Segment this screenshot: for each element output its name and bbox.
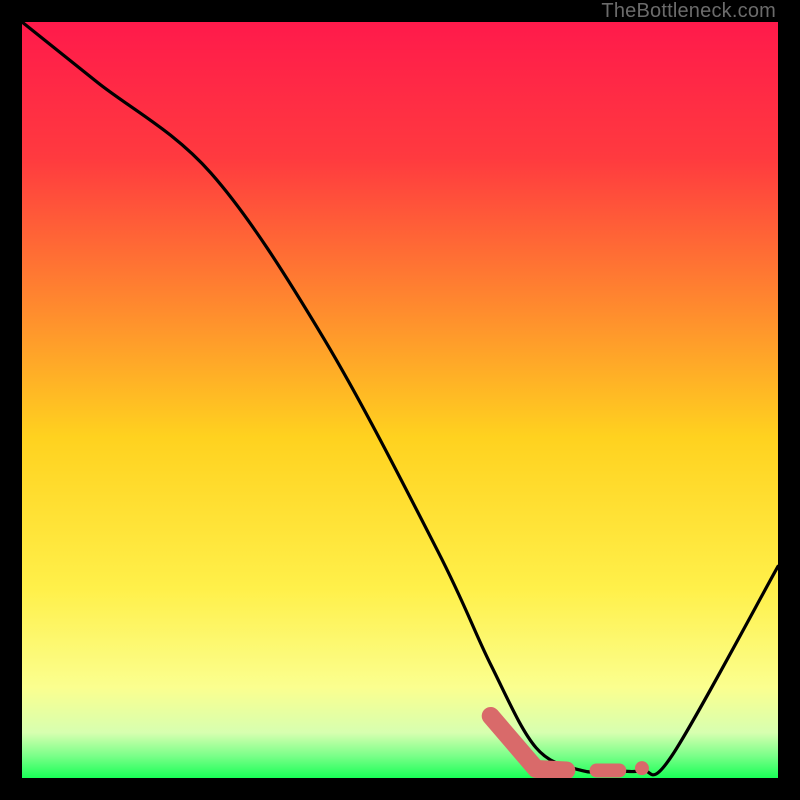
gradient-background xyxy=(22,22,778,778)
watermark-text: TheBottleneck.com xyxy=(601,0,776,23)
chart-svg xyxy=(22,22,778,778)
optimal-range-dot xyxy=(635,761,649,775)
chart-frame xyxy=(22,22,778,778)
